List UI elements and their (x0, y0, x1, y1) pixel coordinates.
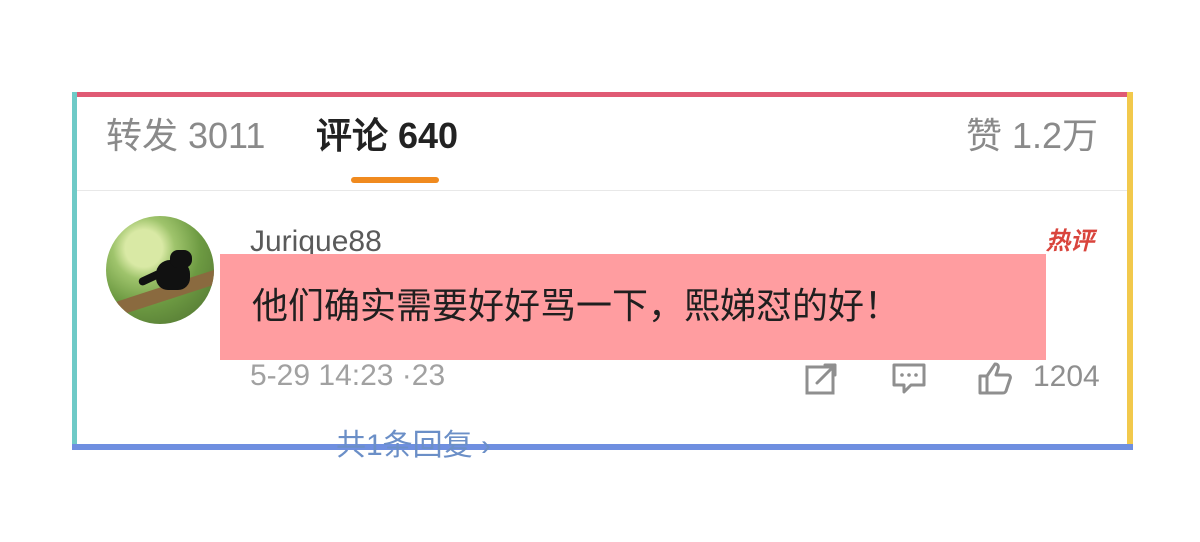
right-border (1127, 92, 1133, 450)
avatar[interactable] (106, 216, 214, 324)
comment-icon[interactable] (889, 358, 929, 398)
left-border (72, 92, 77, 450)
like-count: 1204 (1033, 360, 1100, 393)
comment-timestamp: 5-29 14:23 ·23 (250, 359, 446, 392)
comment-text: 他们确实需要好好骂一下，熙娣怼的好！ (252, 285, 901, 326)
hot-comment-badge: 热评 (1040, 226, 1100, 258)
tabs-divider (77, 190, 1127, 191)
like-icon[interactable] (975, 358, 1015, 398)
tab-repost[interactable]: 转发 3011 (106, 114, 265, 158)
top-border (72, 92, 1133, 97)
share-icon[interactable] (802, 358, 842, 398)
avatar-cat-head (170, 250, 192, 268)
tab-comments[interactable]: 评论 640 (316, 114, 458, 158)
active-tab-indicator (351, 177, 439, 183)
tab-bar: 转发 3011 评论 640 赞 1.2万 (106, 114, 1106, 158)
bottom-border (72, 444, 1133, 450)
reply-summary-link[interactable]: 共1条回复 › (336, 428, 491, 464)
tab-likes[interactable]: 赞 1.2万 (966, 114, 1098, 158)
